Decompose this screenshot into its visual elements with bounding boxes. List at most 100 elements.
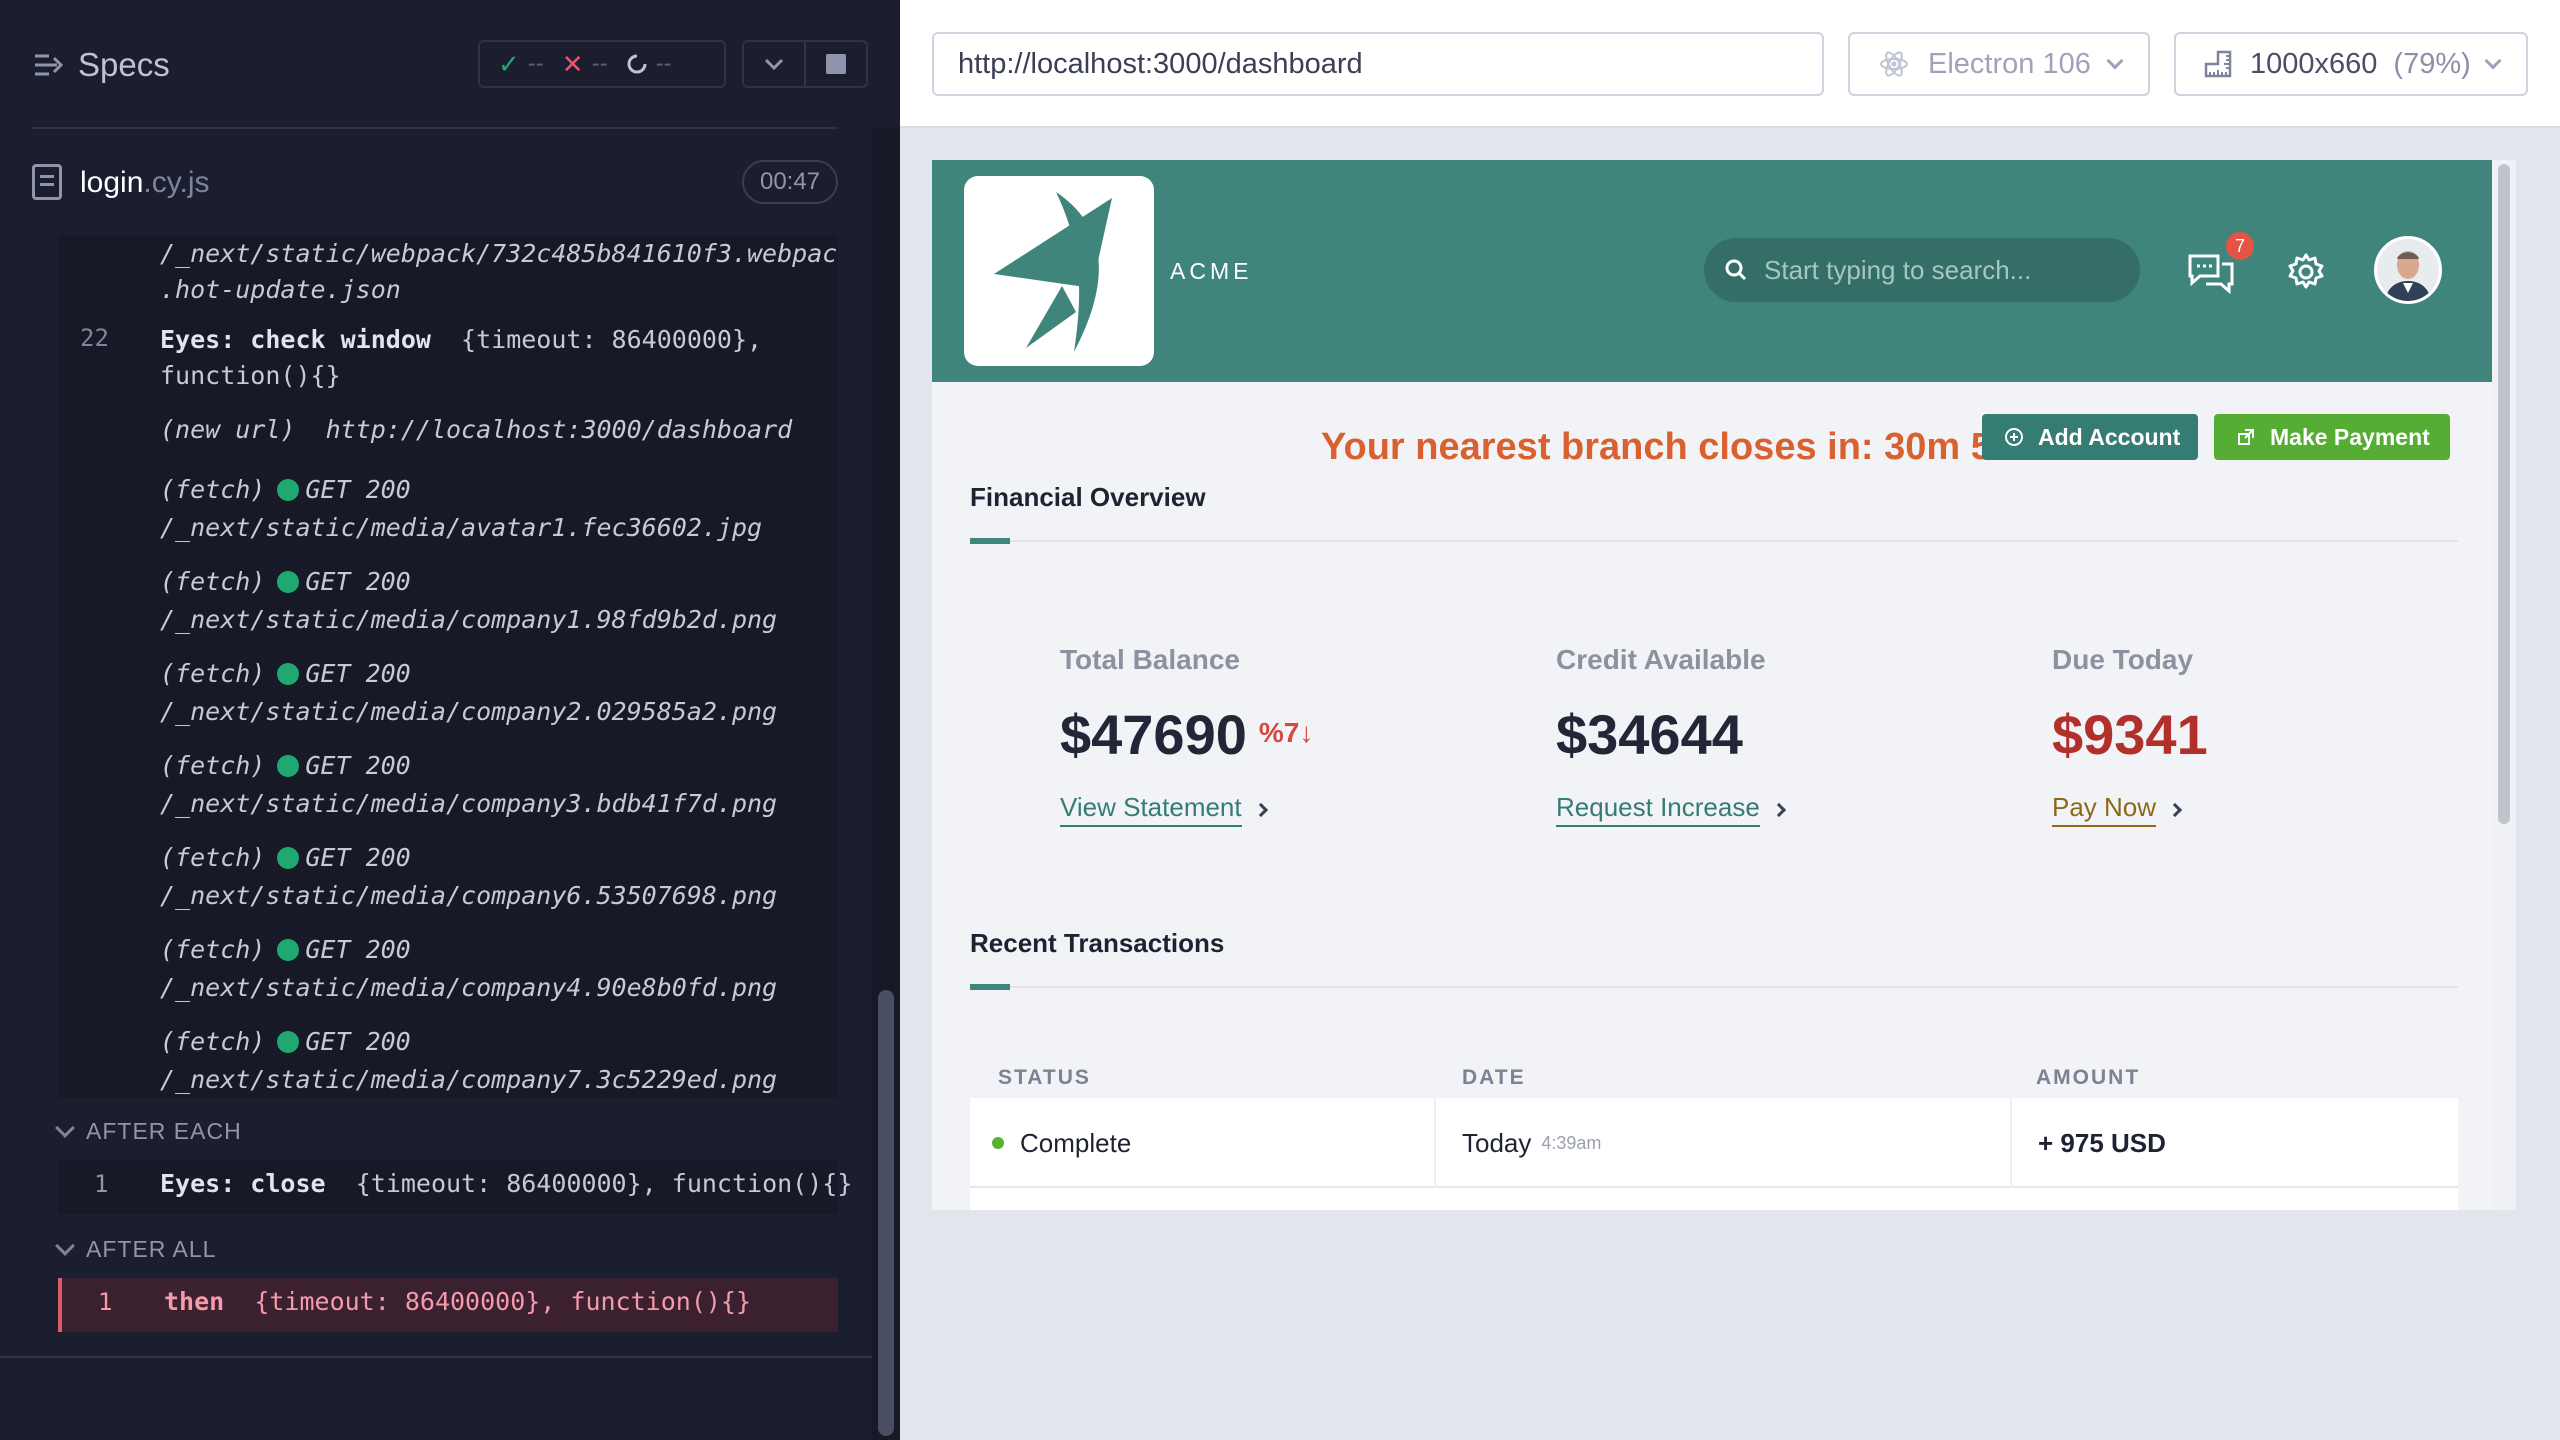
stop-button[interactable] (804, 42, 866, 86)
external-link-icon (2238, 429, 2254, 445)
date-cell: Today 4:39am (1462, 1127, 1602, 1158)
credit-available-stat: Credit Available $34644 Request Increase (1556, 644, 1786, 827)
fetch-command-row[interactable]: (fetch) GET 200 (160, 932, 411, 968)
overview-title: Financial Overview (970, 482, 1206, 512)
chevron-down-icon (55, 1235, 75, 1256)
file-icon (32, 164, 62, 200)
reporter-header: Specs ✓ -- ✕ -- -- (0, 0, 900, 129)
notification-badge: 7 (2226, 232, 2254, 260)
add-account-button[interactable]: Add Account (1982, 414, 2198, 460)
specs-list-toggle-icon[interactable] (32, 48, 66, 82)
brand-name: ACME (1170, 258, 1253, 284)
plus-circle-icon (2005, 428, 2023, 446)
chevron-down-icon (55, 1117, 75, 1138)
chevron-right-icon (1253, 802, 1268, 817)
check-icon: ✓ (498, 48, 520, 79)
success-dot (277, 663, 300, 685)
table-header: STATUS DATE AMOUNT (970, 1058, 2458, 1098)
fetch-command-row[interactable]: (fetch) GET 200 (160, 748, 411, 784)
after-each-hook[interactable]: AFTER EACH (55, 1117, 242, 1145)
messages-icon[interactable] (2186, 250, 2236, 294)
reporter-scrollbar-thumb[interactable] (878, 990, 894, 1436)
column-header-date[interactable]: DATE (1462, 1066, 1526, 1090)
transactions-title: Recent Transactions (970, 928, 1225, 958)
logo[interactable] (964, 176, 1154, 366)
spinner-icon (627, 54, 647, 74)
success-dot (277, 847, 300, 869)
fetch-path: /_next/static/media/company4.90e8b0fd.pn… (160, 973, 778, 1002)
collapse-button[interactable] (744, 42, 804, 86)
success-dot (277, 1031, 300, 1053)
aut-toolbar: http://localhost:3000/dashboard Electron… (900, 0, 2560, 128)
fetch-path: /_next/static/media/company2.029585a2.pn… (160, 697, 778, 726)
failed-stat: ✕ -- (561, 48, 608, 79)
log-line[interactable]: /_next/static/webpack/732c485b841610f3.w… (160, 236, 838, 272)
header-divider (32, 127, 838, 129)
command-arg-cont: function(){} (160, 361, 341, 390)
total-balance-stat: Total Balance $47690 %7↓ View Statement (1060, 644, 1313, 827)
x-icon: ✕ (561, 48, 584, 79)
app-iframe: ACME Start typing to search... 7 Your ne… (932, 160, 2516, 1210)
gear-icon[interactable] (2286, 252, 2326, 292)
command-list: /_next/static/webpack/732c485b841610f3.w… (58, 236, 838, 1098)
reporter-divider (0, 1356, 872, 1358)
search-icon (1725, 259, 1747, 281)
log-line[interactable]: .hot-update.json (160, 272, 401, 308)
section-accent (970, 538, 1010, 544)
section-divider (970, 986, 2458, 988)
view-statement-link[interactable]: View Statement (1060, 792, 1268, 827)
app-header: ACME Start typing to search... 7 (932, 160, 2492, 382)
command-row[interactable]: Eyes: check window {timeout: 86400000}, (160, 322, 762, 358)
fetch-command-row[interactable]: (fetch) GET 200 (160, 656, 411, 692)
fetch-command-row[interactable]: (fetch) GET 200 (160, 1024, 411, 1060)
table-row[interactable]: Complete Today 4:39am + 975 USD (970, 1098, 2458, 1208)
fetch-path: /_next/static/media/company6.53507698.pn… (160, 881, 778, 910)
credit-available-value: $34644 (1556, 703, 1743, 766)
chevron-down-icon (2484, 52, 2502, 70)
after-each-command[interactable]: 1 Eyes: close {timeout: 86400000}, funct… (58, 1160, 852, 1214)
fetch-command-row[interactable]: (fetch) GET 200 (160, 840, 411, 876)
after-all-hook[interactable]: AFTER ALL (55, 1235, 216, 1263)
spec-filename[interactable]: login.cy.js (80, 166, 210, 200)
avatar[interactable] (2374, 236, 2442, 304)
total-balance-value: $47690 %7↓ (1060, 703, 1314, 766)
section-divider (970, 540, 2458, 542)
spec-duration: 00:47 (742, 160, 838, 204)
search-input[interactable]: Start typing to search... (1704, 238, 2140, 302)
make-payment-button[interactable]: Make Payment (2214, 414, 2450, 460)
request-increase-link[interactable]: Request Increase (1556, 792, 1786, 827)
amount-cell: + 975 USD (2038, 1127, 2166, 1158)
command-number: 22 (80, 324, 109, 352)
browser-selector[interactable]: Electron 106 (1848, 32, 2150, 96)
fetch-command-row[interactable]: (fetch) GET 200 (160, 472, 411, 508)
command-log-panel: Specs ✓ -- ✕ -- -- login.cy.js 00:47 /_nex… (0, 0, 900, 1440)
chevron-down-icon (2106, 52, 2124, 70)
table-row[interactable] (970, 1188, 2458, 1210)
fetch-path: /_next/static/media/avatar1.fec36602.jpg (160, 513, 763, 542)
status-dot (992, 1137, 1004, 1149)
fetch-command-row[interactable]: (fetch) GET 200 (160, 564, 411, 600)
status-cell: Complete (992, 1098, 1131, 1188)
balance-change: %7↓ (1258, 717, 1314, 748)
specs-title[interactable]: Specs (78, 46, 170, 84)
url-field[interactable]: http://localhost:3000/dashboard (932, 32, 1824, 96)
success-dot (277, 571, 300, 593)
success-dot (277, 479, 300, 501)
app-scrollbar-thumb[interactable] (2498, 164, 2510, 824)
fetch-path: /_next/static/media/company7.3c5229ed.pn… (160, 1065, 778, 1094)
pay-now-link[interactable]: Pay Now (2052, 792, 2183, 827)
due-today-stat: Due Today $9341 Pay Now (2052, 644, 2208, 827)
chevron-right-icon (1771, 802, 1786, 817)
viewport-selector[interactable]: 1000x660 (79%) (2174, 32, 2528, 96)
section-accent (970, 984, 1010, 990)
column-header-status[interactable]: STATUS (998, 1066, 1091, 1090)
test-stats: ✓ -- ✕ -- -- (478, 40, 726, 88)
column-header-amount[interactable]: AMOUNT (2036, 1066, 2140, 1090)
app-under-test-pane: http://localhost:3000/dashboard Electron… (900, 0, 2560, 1440)
user-avatar-icon (2377, 239, 2439, 301)
after-all-command[interactable]: 1 then {timeout: 86400000}, function(){} (58, 1278, 838, 1332)
stop-icon (826, 54, 846, 74)
chevron-right-icon (2167, 802, 2183, 817)
ruler-icon (2204, 50, 2232, 78)
new-url-row[interactable]: (new url) http://localhost:3000/dashboar… (160, 412, 792, 448)
